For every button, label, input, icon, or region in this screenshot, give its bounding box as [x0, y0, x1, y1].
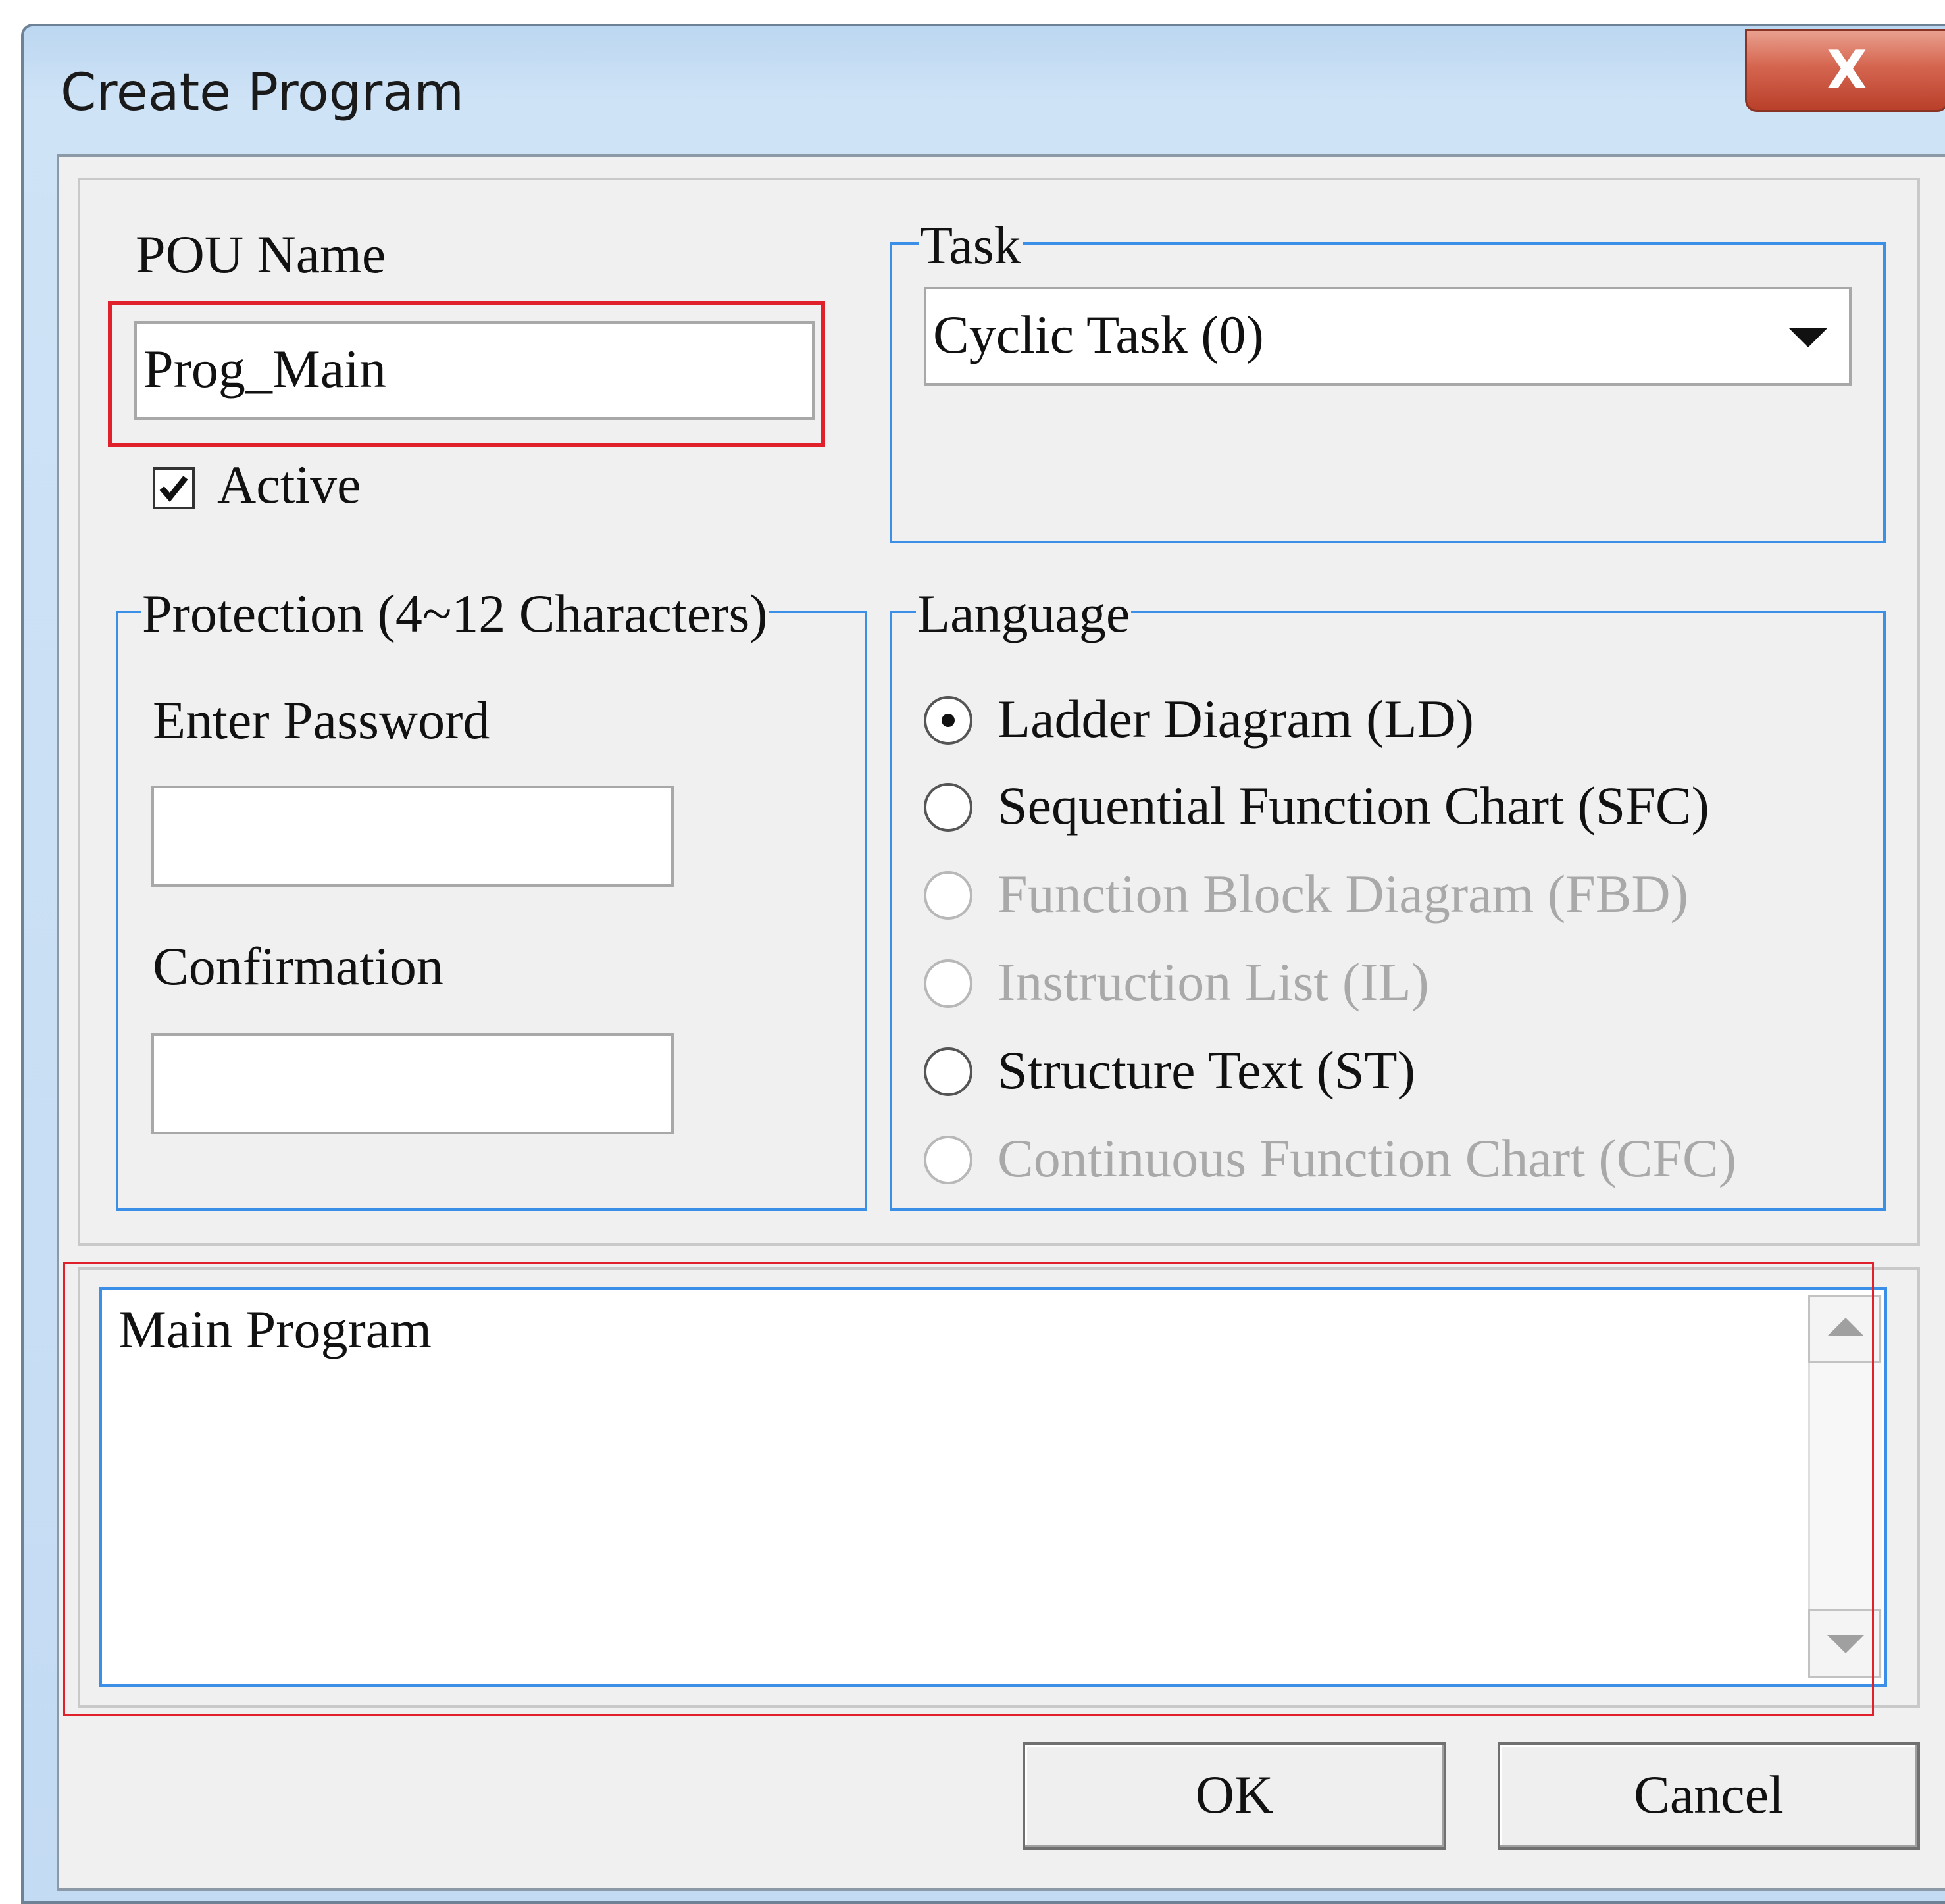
active-checkbox[interactable]	[153, 467, 195, 509]
language-option-fbd: Function Block Diagram (FBD)	[998, 864, 1688, 924]
task-legend: Task	[919, 215, 1023, 275]
pou-name-label: POU Name	[136, 224, 386, 284]
language-legend: Language	[916, 584, 1132, 643]
pou-name-input[interactable]: Prog_Main	[134, 321, 815, 420]
radio-il	[924, 959, 973, 1008]
active-label: Active	[217, 455, 361, 514]
radio-ld[interactable]	[924, 696, 973, 745]
close-button[interactable]: X	[1745, 29, 1945, 112]
task-select-value: Cyclic Task (0)	[933, 305, 1264, 364]
cancel-button[interactable]: Cancel	[1498, 1742, 1920, 1850]
language-option-cfc: Continuous Function Chart (CFC)	[998, 1128, 1737, 1188]
protection-legend: Protection (4~12 Characters)	[141, 584, 769, 643]
radio-selected-dot	[942, 714, 955, 727]
ok-button[interactable]: OK	[1023, 1742, 1446, 1850]
description-highlight	[63, 1262, 1874, 1716]
language-option-il: Instruction List (IL)	[998, 952, 1429, 1012]
confirmation-input[interactable]	[151, 1033, 674, 1134]
radio-fbd	[924, 871, 973, 920]
password-label: Enter Password	[153, 690, 490, 750]
task-select[interactable]: Cyclic Task (0)	[924, 287, 1852, 386]
radio-sfc[interactable]	[924, 783, 973, 832]
language-option-ld[interactable]: Ladder Diagram (LD)	[998, 688, 1474, 750]
language-option-st[interactable]: Structure Text (ST)	[998, 1040, 1415, 1101]
radio-st[interactable]	[924, 1047, 973, 1096]
confirmation-label: Confirmation	[153, 936, 443, 996]
dialog-title: Create Program	[61, 63, 465, 122]
language-option-sfc[interactable]: Sequential Function Chart (SFC)	[998, 775, 1709, 837]
chevron-down-icon[interactable]	[1788, 328, 1828, 347]
password-input[interactable]	[151, 786, 674, 887]
radio-cfc	[924, 1136, 973, 1184]
check-icon	[159, 476, 188, 503]
